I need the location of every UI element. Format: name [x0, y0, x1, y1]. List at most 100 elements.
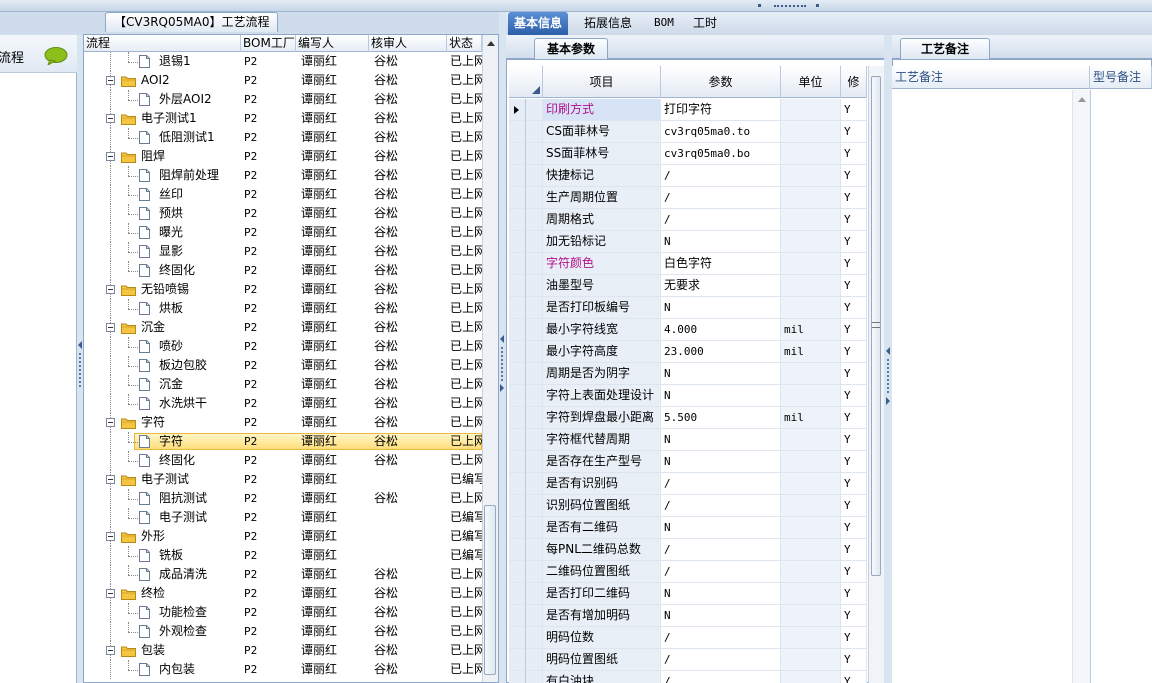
param-value[interactable]: 23.000: [661, 341, 781, 363]
row-selector[interactable]: [509, 253, 526, 275]
process-tree-row[interactable]: 电子测试 P2 谭丽红 已编写: [84, 508, 482, 527]
param-row[interactable]: 字符框代替周期 N Y: [509, 429, 867, 451]
param-value[interactable]: N: [661, 517, 781, 539]
tab-process-notes[interactable]: 工艺备注: [900, 38, 990, 60]
tab-work-hours[interactable]: 工时: [693, 12, 717, 35]
row-selector[interactable]: [509, 143, 526, 165]
process-tree-row[interactable]: 预烘 P2 谭丽红 谷松 已上网: [84, 204, 482, 223]
process-tree-row[interactable]: 低阻测试1 P2 谭丽红 谷松 已上网: [84, 128, 482, 147]
process-tree-row[interactable]: 曝光 P2 谭丽红 谷松 已上网: [84, 223, 482, 242]
param-value[interactable]: N: [661, 385, 781, 407]
row-selector[interactable]: [509, 385, 526, 407]
process-tree-row[interactable]: 沉金 P2 谭丽红 谷松 已上网: [84, 375, 482, 394]
splitter-grip[interactable]: [79, 353, 81, 387]
param-row[interactable]: 是否有二维码 N Y: [509, 517, 867, 539]
param-value[interactable]: N: [661, 297, 781, 319]
param-row[interactable]: 周期是否为阴字 N Y: [509, 363, 867, 385]
row-selector[interactable]: [509, 649, 526, 671]
param-row[interactable]: 是否存在生产型号 N Y: [509, 451, 867, 473]
process-tree-row[interactable]: 显影 P2 谭丽红 谷松 已上网: [84, 242, 482, 261]
process-tree-row[interactable]: 外层AOI2 P2 谭丽红 谷松 已上网: [84, 90, 482, 109]
param-col-header[interactable]: 参数: [661, 66, 781, 98]
collapse-left-icon[interactable]: [78, 341, 82, 349]
process-tree-row[interactable]: 电子测试 P2 谭丽红 已编写: [84, 470, 482, 489]
row-selector[interactable]: [509, 561, 526, 583]
process-tree-row[interactable]: 外观检查 P2 谭丽红 谷松 已上网: [84, 622, 482, 641]
row-selector[interactable]: [509, 451, 526, 473]
row-selector[interactable]: [509, 363, 526, 385]
param-value[interactable]: N: [661, 363, 781, 385]
tab-bom[interactable]: BOM: [654, 12, 674, 35]
process-tree-row[interactable]: 内包装 P2 谭丽红 谷松 已上网: [84, 660, 482, 679]
collapse-left-icon[interactable]: [500, 335, 504, 343]
row-selector[interactable]: [509, 99, 526, 121]
param-value[interactable]: cv3rq05ma0.bo: [661, 143, 781, 165]
row-selector[interactable]: [509, 671, 526, 683]
row-selector[interactable]: [509, 407, 526, 429]
row-selector[interactable]: [509, 583, 526, 605]
param-row[interactable]: 字符颜色 白色字符 Y: [509, 253, 867, 275]
process-tree-row[interactable]: 外形 P2 谭丽红 已编写: [84, 527, 482, 546]
collapse-arrow-icon[interactable]: [758, 4, 761, 7]
row-selector[interactable]: [509, 341, 526, 363]
tab-basic-params[interactable]: 基本参数: [534, 38, 608, 60]
process-col-header[interactable]: 流程: [84, 35, 241, 52]
row-selector[interactable]: [509, 319, 526, 341]
process-tree-row[interactable]: AOI2 P2 谭丽红 谷松 已上网: [84, 71, 482, 90]
param-row[interactable]: 字符上表面处理设计 N Y: [509, 385, 867, 407]
left-nav-item-process[interactable]: 流程: [0, 35, 77, 73]
param-row[interactable]: 是否打印板编号 N Y: [509, 297, 867, 319]
process-col-header[interactable]: 状态: [447, 35, 482, 52]
middle-splitter[interactable]: [499, 12, 506, 683]
param-value[interactable]: /: [661, 627, 781, 649]
row-selector[interactable]: [509, 297, 526, 319]
scroll-up-icon[interactable]: [486, 39, 496, 47]
collapse-toggle-icon[interactable]: [106, 152, 115, 161]
param-value[interactable]: /: [661, 495, 781, 517]
tab-extended-info[interactable]: 拓展信息: [584, 12, 632, 35]
collapse-toggle-icon[interactable]: [106, 323, 115, 332]
collapse-toggle-icon[interactable]: [106, 475, 115, 484]
row-selector[interactable]: [509, 187, 526, 209]
splitter-grip[interactable]: [774, 5, 806, 7]
collapse-toggle-icon[interactable]: [106, 76, 115, 85]
param-value[interactable]: N: [661, 429, 781, 451]
tab-basic-info[interactable]: 基本信息: [508, 12, 569, 35]
param-row[interactable]: 二维码位置图纸 / Y: [509, 561, 867, 583]
row-selector[interactable]: [509, 121, 526, 143]
right-splitter[interactable]: [884, 35, 892, 683]
scroll-up-icon[interactable]: [1077, 95, 1087, 103]
row-selector[interactable]: [509, 231, 526, 253]
process-tree-row[interactable]: 水洗烘干 P2 谭丽红 谷松 已上网: [84, 394, 482, 413]
param-row[interactable]: 最小字符线宽 4.000 mil Y: [509, 319, 867, 341]
process-tree-row[interactable]: 沉金 P2 谭丽红 谷松 已上网: [84, 318, 482, 337]
process-tree-row[interactable]: 丝印 P2 谭丽红 谷松 已上网: [84, 185, 482, 204]
param-row[interactable]: 加无铅标记 N Y: [509, 231, 867, 253]
param-col-header[interactable]: 修: [841, 66, 867, 98]
row-selector[interactable]: [509, 517, 526, 539]
param-row[interactable]: 明码位数 / Y: [509, 627, 867, 649]
param-value[interactable]: /: [661, 649, 781, 671]
process-tree-row[interactable]: 铣板 P2 谭丽红 已编写: [84, 546, 482, 565]
param-row[interactable]: 快捷标记 / Y: [509, 165, 867, 187]
param-row[interactable]: 有白油块 / Y: [509, 671, 867, 683]
param-row[interactable]: 每PNL二维码总数 / Y: [509, 539, 867, 561]
collapse-toggle-icon[interactable]: [106, 114, 115, 123]
collapse-right-icon[interactable]: [886, 397, 890, 405]
splitter-grip[interactable]: [887, 359, 889, 393]
row-selector[interactable]: [509, 627, 526, 649]
param-value[interactable]: 打印字符: [661, 99, 781, 121]
process-col-header[interactable]: 编写人: [296, 35, 369, 52]
process-tree-row[interactable]: 字符 P2 谭丽红 谷松 已上网: [84, 413, 482, 432]
param-row[interactable]: 识别码位置图纸 / Y: [509, 495, 867, 517]
param-row[interactable]: 生产周期位置 / Y: [509, 187, 867, 209]
row-selector[interactable]: [509, 605, 526, 627]
param-value[interactable]: N: [661, 451, 781, 473]
param-row[interactable]: SS面菲林号 cv3rq05ma0.bo Y: [509, 143, 867, 165]
process-tree-row[interactable]: 阻焊 P2 谭丽红 谷松 已上网: [84, 147, 482, 166]
process-panel-tab[interactable]: 【CV3RQ05MA0】工艺流程: [105, 12, 279, 32]
param-col-header[interactable]: 单位: [781, 66, 841, 98]
param-row[interactable]: CS面菲林号 cv3rq05ma0.to Y: [509, 121, 867, 143]
param-value[interactable]: N: [661, 231, 781, 253]
process-tree-scroll-thumb[interactable]: [484, 505, 496, 675]
